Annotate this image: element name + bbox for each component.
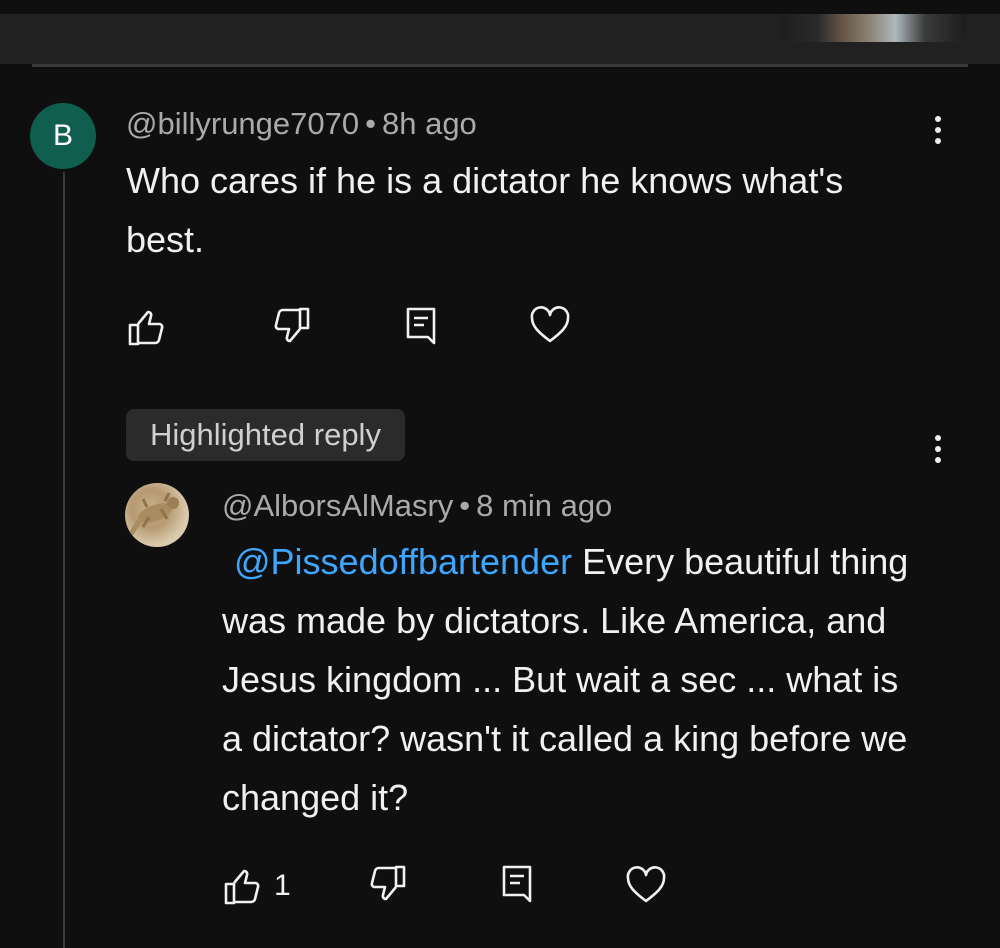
like-count: 1 — [274, 869, 291, 902]
avatar[interactable]: B — [30, 103, 96, 169]
comment-meta: @billyrunge7070 • 8h ago — [126, 106, 477, 142]
more-vert-icon[interactable] — [934, 116, 942, 144]
avatar-letter: B — [52, 119, 73, 152]
highlighted-reply-badge: Highlighted reply — [126, 409, 405, 461]
reply-time: 8 min ago — [476, 488, 613, 523]
heart-icon[interactable] — [624, 863, 668, 907]
avatar[interactable] — [125, 483, 189, 547]
thumbs-down-icon[interactable] — [366, 861, 410, 905]
divider — [32, 64, 968, 67]
reply-icon[interactable] — [400, 303, 444, 347]
reply-body: @Pissedoffbartender Every beautiful thing… — [222, 532, 922, 827]
comment-text: Who cares if he is a dictator he knows w… — [126, 160, 844, 260]
thread-line — [63, 172, 65, 948]
video-thumbnail[interactable] — [780, 14, 966, 42]
thumbs-up-icon[interactable] — [124, 306, 168, 350]
reply-text: Every beautiful thing was made by dictat… — [222, 541, 909, 818]
reply-icon[interactable] — [496, 861, 540, 905]
mention-link[interactable]: @Pissedoffbartender — [234, 541, 572, 582]
meta-separator: • — [365, 106, 376, 141]
top-bar — [0, 0, 1000, 64]
reply-author[interactable]: @AlborsAlMasry — [222, 488, 453, 523]
meta-separator: • — [459, 488, 471, 523]
comment-time: 8h ago — [381, 106, 477, 141]
thumbs-down-icon[interactable] — [270, 303, 314, 347]
gecko-avatar-icon — [126, 492, 179, 539]
heart-icon[interactable] — [528, 303, 572, 347]
more-vert-icon[interactable] — [934, 435, 942, 463]
reply-meta: @AlborsAlMasry • 8 min ago — [222, 488, 612, 524]
thumbs-up-icon[interactable] — [220, 865, 264, 909]
comment-author[interactable]: @billyrunge7070 — [126, 106, 359, 141]
